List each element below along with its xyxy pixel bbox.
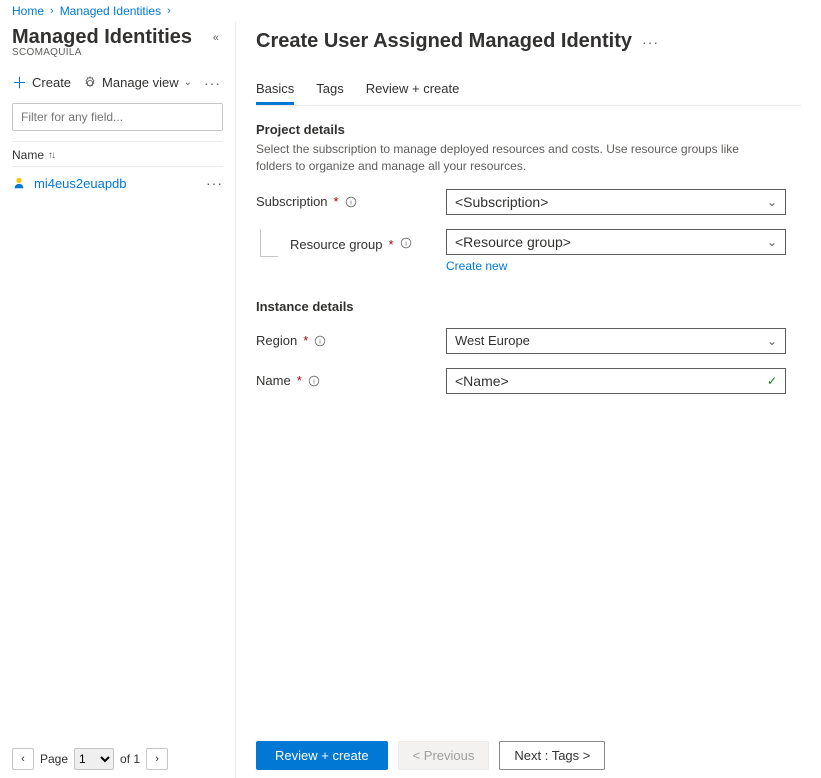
identity-icon bbox=[12, 176, 26, 190]
page-label: Page bbox=[40, 752, 68, 766]
section-instance-details: Instance details bbox=[256, 299, 801, 314]
page-title: Create User Assigned Managed Identity ··… bbox=[256, 30, 801, 53]
review-create-button[interactable]: Review + create bbox=[256, 741, 388, 770]
svg-text:i: i bbox=[405, 240, 407, 247]
subscription-select[interactable]: <Subscription> ⌄ bbox=[446, 189, 786, 215]
name-column: Name bbox=[12, 148, 44, 162]
region-label: Region bbox=[256, 333, 297, 348]
breadcrumb: Home › Managed Identities › bbox=[0, 0, 821, 22]
more-icon[interactable]: ··· bbox=[204, 75, 221, 91]
subscription-label: Subscription bbox=[256, 194, 328, 209]
required-icon: * bbox=[389, 237, 394, 252]
sidebar: Managed Identities « SCOMAQUILA ＋ Create… bbox=[0, 22, 235, 778]
resource-group-field: Resource group * i <Resource group> ⌄ Cr… bbox=[256, 229, 801, 273]
manage-view-label: Manage view bbox=[102, 75, 179, 90]
tabs: Basics Tags Review + create bbox=[256, 75, 801, 105]
resource-group-value: <Resource group> bbox=[455, 234, 571, 250]
info-icon[interactable]: i bbox=[314, 335, 326, 347]
crumb-managed-identities[interactable]: Managed Identities bbox=[60, 4, 161, 18]
chevron-right-icon: › bbox=[165, 5, 173, 17]
crumb-home[interactable]: Home bbox=[12, 4, 44, 18]
svg-text:i: i bbox=[350, 199, 352, 206]
svg-text:i: i bbox=[320, 338, 322, 345]
required-icon: * bbox=[297, 373, 302, 388]
subscription-value: <Subscription> bbox=[455, 194, 548, 210]
tab-tags[interactable]: Tags bbox=[316, 75, 343, 105]
resource-group-select[interactable]: <Resource group> ⌄ bbox=[446, 229, 786, 255]
next-page-button[interactable]: › bbox=[146, 748, 168, 770]
region-value: West Europe bbox=[455, 333, 530, 348]
region-select[interactable]: West Europe ⌄ bbox=[446, 328, 786, 354]
list-header[interactable]: Name ↑↓ bbox=[12, 141, 223, 167]
pager: ‹ Page 1 of 1 › bbox=[12, 738, 223, 770]
row-more-icon[interactable]: ··· bbox=[206, 175, 223, 191]
gear-icon bbox=[83, 76, 97, 90]
title-text: Create User Assigned Managed Identity bbox=[256, 30, 632, 53]
title-more-icon[interactable]: ··· bbox=[642, 34, 659, 50]
check-icon: ✓ bbox=[767, 374, 777, 388]
collapse-icon[interactable]: « bbox=[209, 28, 223, 48]
resource-group-label: Resource group bbox=[290, 237, 383, 252]
required-icon: * bbox=[303, 333, 308, 348]
create-label: Create bbox=[32, 75, 71, 90]
tree-line bbox=[260, 229, 278, 257]
chevron-down-icon: ⌄ bbox=[184, 77, 192, 88]
info-icon[interactable]: i bbox=[400, 237, 412, 249]
project-help-text: Select the subscription to manage deploy… bbox=[256, 141, 776, 175]
filter-input[interactable] bbox=[12, 103, 223, 131]
sidebar-toolbar: ＋ Create Manage view ⌄ ··· bbox=[12, 72, 223, 93]
page-select[interactable]: 1 bbox=[74, 748, 114, 770]
list-item[interactable]: mi4eus2euapdb ··· bbox=[12, 167, 223, 199]
info-icon[interactable]: i bbox=[308, 375, 320, 387]
footer-buttons: Review + create < Previous Next : Tags > bbox=[256, 727, 801, 770]
required-icon: * bbox=[334, 194, 339, 209]
main-panel: Create User Assigned Managed Identity ··… bbox=[236, 22, 821, 778]
sidebar-title: Managed Identities bbox=[12, 26, 192, 49]
name-label: Name bbox=[256, 373, 291, 388]
subscription-field: Subscription * i <Subscription> ⌄ bbox=[256, 189, 801, 215]
create-button[interactable]: ＋ Create bbox=[12, 72, 71, 93]
svg-text:i: i bbox=[313, 378, 315, 385]
name-field: Name * i <Name> ✓ bbox=[256, 368, 801, 394]
sort-down-icon: ↓ bbox=[51, 150, 56, 161]
plus-icon: ＋ bbox=[12, 72, 27, 93]
tab-review[interactable]: Review + create bbox=[366, 75, 460, 105]
previous-button: < Previous bbox=[398, 741, 490, 770]
create-new-link[interactable]: Create new bbox=[446, 259, 507, 273]
name-value: <Name> bbox=[455, 373, 509, 389]
prev-page-button[interactable]: ‹ bbox=[12, 748, 34, 770]
manage-view-button[interactable]: Manage view ⌄ bbox=[83, 75, 192, 90]
chevron-right-icon: › bbox=[48, 5, 56, 17]
chevron-down-icon: ⌄ bbox=[767, 195, 777, 209]
next-button[interactable]: Next : Tags > bbox=[499, 741, 605, 770]
name-input[interactable]: <Name> ✓ bbox=[446, 368, 786, 394]
chevron-down-icon: ⌄ bbox=[767, 235, 777, 249]
tab-basics[interactable]: Basics bbox=[256, 75, 294, 105]
region-field: Region * i West Europe ⌄ bbox=[256, 328, 801, 354]
section-project-details: Project details bbox=[256, 122, 801, 137]
directory-name: SCOMAQUILA bbox=[12, 47, 223, 58]
chevron-down-icon: ⌄ bbox=[767, 334, 777, 348]
filter-container bbox=[12, 103, 223, 131]
of-label: of 1 bbox=[120, 752, 140, 766]
info-icon[interactable]: i bbox=[345, 196, 357, 208]
list-item-label: mi4eus2euapdb bbox=[34, 176, 127, 191]
